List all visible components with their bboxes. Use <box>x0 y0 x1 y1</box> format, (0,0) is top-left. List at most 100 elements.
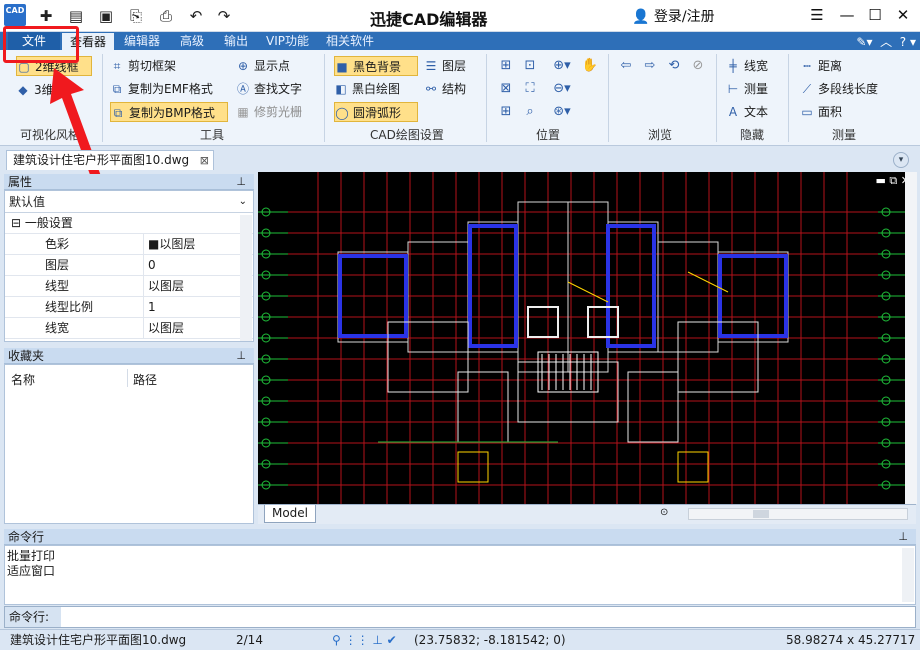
prop-value[interactable]: 以图层 <box>143 318 239 339</box>
prop-value[interactable]: 以图层 <box>143 276 239 297</box>
canvas-vertical-scrollbar[interactable] <box>905 172 917 504</box>
area-button[interactable]: ▭ 面积 <box>800 102 842 122</box>
tab-advanced[interactable]: 高级 <box>180 32 204 50</box>
prop-row[interactable]: 线型比例 1 <box>5 297 253 318</box>
polyline-length-button[interactable]: ⟋ 多段线长度 <box>800 79 878 99</box>
prop-value[interactable]: ■以图层 <box>143 234 239 255</box>
prop-row[interactable]: 图层 0 <box>5 255 253 276</box>
distance-label: 距离 <box>818 59 843 73</box>
canvas-horizontal-scrollbar[interactable] <box>688 508 908 520</box>
find-text-button[interactable]: Ⓐ 查找文字 <box>236 79 302 99</box>
undo-icon[interactable]: ↶ <box>186 6 206 26</box>
group-hide: 隐藏 <box>740 128 765 142</box>
prop-row[interactable]: 线型 以图层 <box>5 276 253 297</box>
prop-row[interactable]: 色彩 ■以图层 <box>5 234 253 255</box>
collapse-ribbon-icon[interactable]: ︿ <box>880 35 892 49</box>
smooth-arc-button[interactable]: ◯ 圆滑弧形 <box>334 102 418 122</box>
pan-hand-icon[interactable]: ✋ <box>580 56 600 76</box>
close-button[interactable]: ✕ <box>890 4 916 26</box>
stop-icon[interactable]: ⊘ <box>688 56 708 76</box>
distance-button[interactable]: ┉ 距离 <box>800 56 842 76</box>
group-position: 位置 <box>536 128 561 142</box>
tab-model[interactable]: Model <box>264 505 316 523</box>
chevron-down-icon[interactable]: ▾ <box>910 35 916 49</box>
zoom-prev-icon[interactable]: ⌕ <box>520 102 540 122</box>
save-icon[interactable]: ▣ <box>96 6 116 26</box>
ribbon-options[interactable]: ✎▾ ︿ ? ▾ <box>856 33 916 50</box>
maximize-button[interactable]: ☐ <box>862 4 888 26</box>
clip-frame-button[interactable]: ⌗ 剪切框架 <box>110 56 176 76</box>
line-width-button[interactable]: ╪ 线宽 <box>726 56 768 76</box>
properties-scrollbar[interactable] <box>240 215 252 341</box>
refresh-icon[interactable]: ⟲ <box>664 56 684 76</box>
redo-icon[interactable]: ↷ <box>214 6 234 26</box>
cad-room <box>587 306 619 338</box>
black-background-button[interactable]: ■ 黑色背景 <box>334 56 418 76</box>
line-width-label: 线宽 <box>744 59 769 73</box>
command-input[interactable] <box>63 607 913 627</box>
chevron-down-icon[interactable]: ⌄ <box>239 191 247 213</box>
tab-vip[interactable]: VIP功能 <box>266 32 309 50</box>
column-divider <box>127 369 128 387</box>
new-file-icon[interactable]: ✚ <box>36 6 56 26</box>
pdf-icon[interactable]: ⎘ <box>126 6 146 26</box>
tab-list-chevron-icon[interactable]: ▾ <box>893 152 909 168</box>
fit-icon[interactable]: ⊠ <box>496 79 516 99</box>
prop-value[interactable]: 1 <box>143 297 239 318</box>
drawing-canvas[interactable]: ▬ ⧉ ✕ <box>258 172 916 504</box>
document-tab[interactable]: 建筑设计住宅户形平面图10.dwg ⊠ <box>6 150 214 170</box>
tab-related-software[interactable]: 相关软件 <box>326 32 374 50</box>
zoom-3d-icon[interactable]: ⊞ <box>496 102 516 122</box>
text-toggle-button[interactable]: A 文本 <box>726 102 768 122</box>
bw-drawing-button[interactable]: ◧ 黑白绘图 <box>334 79 400 99</box>
login-button[interactable]: 👤 登录/注册 <box>632 6 715 26</box>
user-icon: 👤 <box>632 9 650 25</box>
smooth-arc-label: 圆滑弧形 <box>353 106 402 120</box>
brush-icon[interactable]: ✎▾ <box>856 35 872 49</box>
tab-output[interactable]: 输出 <box>224 32 248 50</box>
menu-icon[interactable]: ☰ <box>804 4 830 26</box>
move-icon[interactable]: ⊞ <box>496 56 516 76</box>
minimize-button[interactable]: — <box>834 4 860 26</box>
snap-icons[interactable]: ⚲ ⋮⋮ ⊥ ✔ <box>332 630 397 650</box>
properties-combo[interactable]: 默认值 ⌄ <box>5 191 253 213</box>
wireframe-3d-button[interactable]: ◆ 3维… <box>16 80 65 100</box>
pin-icon[interactable]: ⊥ <box>898 529 908 545</box>
zoom-in-icon[interactable]: ⊕▾ <box>548 56 576 76</box>
close-tab-icon[interactable]: ⊠ <box>200 151 209 170</box>
clip-frame-label: 剪切框架 <box>128 59 177 73</box>
properties-title: 属性 <box>8 175 33 189</box>
arrow-right-icon[interactable]: ⇨ <box>640 56 660 76</box>
title-bar: CAD ✚ ▤ ▣ ⎘ ⎙ ↶ ↷ 迅捷CAD编辑器 👤 登录/注册 ☰ — ☐… <box>0 0 920 32</box>
arrow-left-icon[interactable]: ⇦ <box>616 56 636 76</box>
open-file-icon[interactable]: ▤ <box>66 6 86 26</box>
structure-button[interactable]: ⚯ 结构 <box>424 79 466 99</box>
tab-editor[interactable]: 编辑器 <box>124 32 160 50</box>
prop-value[interactable]: 0 <box>143 255 239 276</box>
copy-emf-button[interactable]: ⧉ 复制为EMF格式 <box>110 79 213 99</box>
pin-icon[interactable]: ⊥ <box>236 348 246 364</box>
zoom-window-icon[interactable]: ⊡ <box>520 56 540 76</box>
zoom-misc-icon[interactable]: ⊛▾ <box>548 102 576 122</box>
zoom-out-icon[interactable]: ⊖▾ <box>548 79 576 99</box>
cad-line <box>567 281 609 303</box>
command-scrollbar[interactable] <box>902 548 914 602</box>
section-general[interactable]: ⊟ 一般设置 <box>5 213 253 234</box>
print-icon[interactable]: ⎙ <box>156 6 176 26</box>
layers-button[interactable]: ☰ 图层 <box>424 56 466 76</box>
copy-bmp-button[interactable]: ⧉ 复制为BMP格式 <box>110 102 228 122</box>
scroll-thumb[interactable] <box>753 510 769 518</box>
favorites-col-name[interactable]: 名称 <box>11 371 35 388</box>
help-icon[interactable]: ? <box>900 35 906 49</box>
trim-raster-button[interactable]: ▦ 修剪光栅 <box>236 102 302 122</box>
prop-row[interactable]: 线宽 以图层 <box>5 318 253 339</box>
copy-emf-label: 复制为EMF格式 <box>128 82 213 96</box>
cad-drawing[interactable] <box>258 172 916 504</box>
status-bar: 建筑设计住宅户形平面图10.dwg 2/14 ⚲ ⋮⋮ ⊥ ✔ (23.7583… <box>0 629 920 650</box>
chevron-down-icon[interactable]: ⊙ <box>660 507 668 518</box>
show-points-button[interactable]: ⊕ 显示点 <box>236 56 290 76</box>
extents-icon[interactable]: ⛶ <box>520 79 540 99</box>
pin-icon[interactable]: ⊥ <box>236 174 246 190</box>
measure-toggle-button[interactable]: ⊢ 测量 <box>726 79 768 99</box>
favorites-col-path[interactable]: 路径 <box>133 371 157 388</box>
